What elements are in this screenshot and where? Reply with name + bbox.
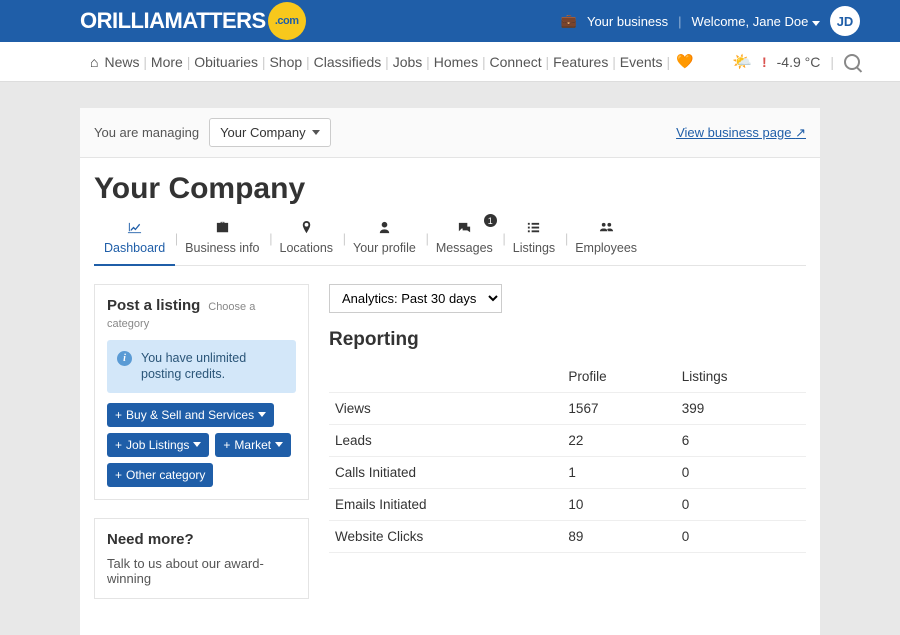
weather-icon: 🌤️	[732, 52, 752, 72]
person-icon	[353, 220, 416, 239]
temperature: -4.9 °C	[777, 54, 821, 70]
topbar: ORILLIAMATTERS .com 💼 Your business | We…	[0, 0, 900, 42]
page-title: Your Company	[94, 172, 806, 206]
nav-news[interactable]: News	[104, 54, 139, 70]
tab-locations[interactable]: Locations|	[270, 214, 344, 265]
nav-obituaries[interactable]: Obituaries	[194, 54, 258, 70]
manage-label: You are managing	[94, 125, 199, 140]
table-row: Emails Initiated100	[329, 489, 806, 521]
📈-icon	[104, 220, 165, 239]
tab-dashboard[interactable]: Dashboard|	[94, 214, 175, 265]
main-nav: ⌂ News | More | Obituaries | Shop | Clas…	[0, 42, 900, 82]
post-btn-other-category[interactable]: + Other category	[107, 463, 213, 487]
post-listing-card: Post a listing Choose a category You hav…	[94, 284, 309, 500]
nav-connect[interactable]: Connect	[490, 54, 542, 70]
table-row: Views1567399	[329, 393, 806, 425]
weather-alert-icon[interactable]: !	[762, 54, 767, 70]
tab-employees[interactable]: Employees	[565, 214, 647, 265]
briefcase-icon	[185, 220, 259, 239]
post-listing-title: Post a listing	[107, 297, 200, 314]
company-selector[interactable]: Your Company	[209, 118, 331, 147]
table-row: Website Clicks890	[329, 521, 806, 553]
heart-icon[interactable]: 🧡	[676, 53, 693, 70]
nav-more[interactable]: More	[151, 54, 183, 70]
people-icon	[575, 220, 637, 239]
site-logo[interactable]: ORILLIAMATTERS .com	[80, 2, 306, 40]
list-icon	[513, 220, 555, 239]
col-header: Listings	[676, 361, 806, 393]
main-container: You are managing Your Company View busin…	[80, 108, 820, 635]
tab-listings[interactable]: Listings|	[503, 214, 565, 265]
need-more-title: Need more?	[107, 531, 194, 548]
need-more-card: Need more? Talk to us about our award-wi…	[94, 518, 309, 599]
table-row: Calls Initiated10	[329, 457, 806, 489]
post-btn-job-listings[interactable]: + Job Listings	[107, 433, 209, 457]
col-header: Profile	[562, 361, 675, 393]
post-btn-market[interactable]: + Market	[215, 433, 291, 457]
analytics-range-select[interactable]: Analytics: Past 30 days	[329, 284, 502, 313]
tab-business-info[interactable]: Business info|	[175, 214, 269, 265]
logo-text: ORILLIAMATTERS	[80, 8, 266, 34]
logo-dot: .com	[268, 2, 306, 40]
nav-shop[interactable]: Shop	[269, 54, 302, 70]
manage-bar: You are managing Your Company View busin…	[80, 108, 820, 158]
nav-events[interactable]: Events	[620, 54, 663, 70]
col-header	[329, 361, 562, 393]
need-more-text: Talk to us about our award-winning	[107, 556, 296, 586]
reporting-heading: Reporting	[329, 329, 806, 351]
pin-icon	[280, 220, 334, 239]
user-avatar[interactable]: JD	[830, 6, 860, 36]
nav-classifieds[interactable]: Classifieds	[314, 54, 382, 70]
home-icon[interactable]: ⌂	[90, 54, 98, 70]
your-business-link[interactable]: Your business	[587, 14, 668, 29]
tab-messages[interactable]: Messages1|	[426, 214, 503, 265]
view-business-page-link[interactable]: View business page ↗	[676, 125, 806, 141]
post-btn-buy-sell-and-services[interactable]: + Buy & Sell and Services	[107, 403, 274, 427]
nav-jobs[interactable]: Jobs	[393, 54, 423, 70]
search-icon[interactable]	[844, 54, 860, 70]
welcome-user-link[interactable]: Welcome, Jane Doe	[692, 14, 820, 29]
tab-your-profile[interactable]: Your profile|	[343, 214, 426, 265]
nav-features[interactable]: Features	[553, 54, 608, 70]
external-link-icon: ↗	[795, 125, 806, 140]
reporting-table: ProfileListings Views1567399Leads226Call…	[329, 361, 806, 553]
table-row: Leads226	[329, 425, 806, 457]
briefcase-icon: 💼	[561, 13, 577, 29]
nav-homes[interactable]: Homes	[434, 54, 478, 70]
credits-info: You have unlimited posting credits.	[107, 340, 296, 393]
badge: 1	[484, 214, 497, 227]
tab-bar: Dashboard|Business info|Locations|Your p…	[94, 214, 806, 266]
